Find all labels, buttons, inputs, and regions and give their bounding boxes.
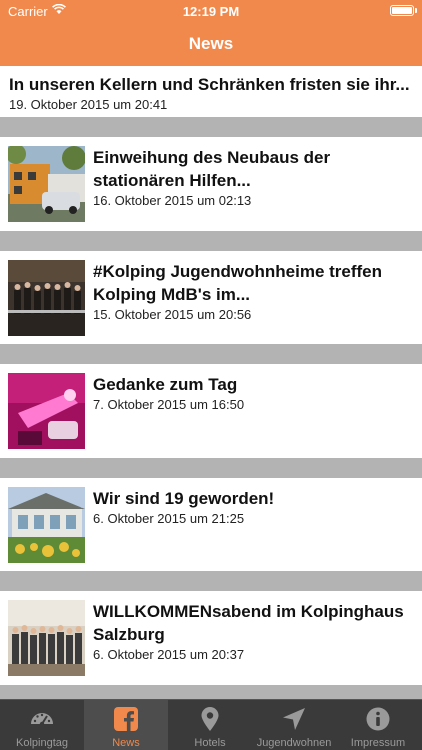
tab-label: Hotels (194, 737, 226, 749)
news-item-text: Einweihung des Neubaus der stationären H… (93, 146, 414, 208)
news-item-text: #Kolping Jugendwohnheime treffen Kolping… (93, 260, 414, 322)
battery-icon (390, 5, 414, 16)
map-pin-icon (168, 706, 252, 734)
tab-news[interactable]: News (84, 700, 168, 750)
building-photo (8, 146, 85, 222)
news-item[interactable]: In unseren Kellern und Schränken fristen… (0, 66, 422, 117)
news-item-text: Wir sind 19 geworden! 6. Oktober 2015 um… (93, 487, 414, 526)
house-garden-photo (8, 487, 85, 563)
pink-light-photo (8, 373, 85, 449)
tab-label: News (112, 737, 140, 749)
news-title: WILLKOMMENsabend im Kolpinghaus Salzburg (93, 602, 404, 644)
tab-hotels[interactable]: Hotels (168, 700, 252, 750)
news-date: 7. Oktober 2015 um 16:50 (93, 397, 245, 412)
news-title: Einweihung des Neubaus der stationären H… (93, 148, 331, 190)
news-title: Wir sind 19 geworden! (93, 489, 275, 508)
tab-kolpingtag[interactable]: Kolpingtag (0, 700, 84, 750)
news-date: 16. Oktober 2015 um 02:13 (93, 193, 252, 208)
app-screen: Carrier 12:19 PM News In unseren Kellern… (0, 0, 422, 750)
news-item-text: In unseren Kellern und Schränken fristen… (9, 73, 414, 112)
news-date: 15. Oktober 2015 um 20:56 (93, 307, 252, 322)
tab-jugendwohnen[interactable]: Jugendwohnen (252, 700, 336, 750)
group-photo-2 (8, 600, 85, 676)
group-photo (8, 260, 85, 336)
news-title: Gedanke zum Tag (93, 375, 238, 394)
page-title: News (188, 34, 234, 53)
tab-label: Impressum (350, 737, 406, 749)
tab-label: Kolpingtag (16, 737, 68, 749)
info-icon (336, 706, 420, 734)
tab-label: Jugendwohnen (256, 737, 332, 749)
facebook-icon (84, 706, 168, 734)
status-bar: Carrier 12:19 PM (0, 0, 422, 22)
news-item[interactable]: WILLKOMMENsabend im Kolpinghaus Salzburg… (0, 591, 422, 685)
navigation-header: Carrier 12:19 PM News (0, 0, 422, 66)
tab-impressum[interactable]: Impressum (336, 700, 420, 750)
dashboard-icon (0, 706, 84, 734)
news-item[interactable]: Gedanke zum Tag 7. Oktober 2015 um 16:50 (0, 364, 422, 458)
battery-tip-icon (415, 8, 417, 13)
news-item[interactable]: Wir sind 19 geworden! 6. Oktober 2015 um… (0, 478, 422, 571)
news-date: 6. Oktober 2015 um 20:37 (93, 647, 245, 662)
news-title: #Kolping Jugendwohnheime treffen Kolping… (93, 262, 383, 304)
news-item-text: Gedanke zum Tag 7. Oktober 2015 um 16:50 (93, 373, 414, 412)
navigation-arrow-icon (252, 706, 336, 734)
clock: 12:19 PM (182, 4, 240, 19)
news-date: 19. Oktober 2015 um 20:41 (9, 97, 168, 112)
news-item[interactable]: #Kolping Jugendwohnheime treffen Kolping… (0, 251, 422, 344)
news-item-text: WILLKOMMENsabend im Kolpinghaus Salzburg… (93, 600, 414, 662)
news-title: In unseren Kellern und Schränken fristen… (9, 75, 410, 94)
tab-bar: Kolpingtag News Hotels Jugendwohnen Impr… (0, 699, 422, 750)
news-item[interactable]: Einweihung des Neubaus der stationären H… (0, 137, 422, 231)
news-date: 6. Oktober 2015 um 21:25 (93, 511, 245, 526)
